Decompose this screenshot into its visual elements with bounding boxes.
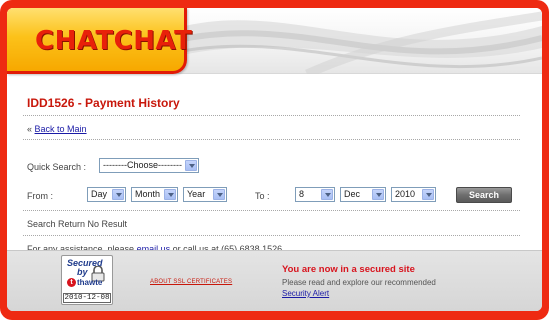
header-banner: CHATCHAT [7,8,542,74]
from-month-value: Month [135,189,161,199]
page-inner: CHATCHAT IDD1526 - Payment History « Bac… [7,8,542,311]
back-prefix: « [27,124,33,134]
from-day-value: Day [91,189,108,199]
breadcrumb: « Back to Main [27,124,87,134]
about-ssl-link[interactable]: ABOUT SSL CERTIFICATES [150,279,232,285]
chevron-down-icon [372,189,384,200]
divider [23,139,520,140]
secure-site-title: You are now in a secured site [282,264,415,275]
page-title: IDD1526 - Payment History [27,96,180,110]
divider [23,115,520,116]
to-year-value: 2010 [395,189,416,199]
thawte-logo-icon: t [67,278,76,287]
to-day-value: 8 [299,189,305,199]
from-label: From : [27,191,53,201]
search-button[interactable]: Search [456,187,512,203]
to-day-select[interactable]: 8 [295,187,335,202]
chevron-down-icon [422,189,434,200]
to-month-value: Dec [344,189,361,199]
thawte-seal[interactable]: Secured by t thawte 2010-12-08 [61,255,113,305]
quick-search-select[interactable]: --------Choose-------- [99,158,199,173]
logo-tab: CHATCHAT [7,8,192,74]
brand-logo: CHATCHAT [35,26,193,56]
quick-search-value: --------Choose-------- [103,160,182,170]
chevron-down-icon [185,160,197,171]
seal-line2: by [77,267,88,277]
from-month-select[interactable]: Month [131,187,178,202]
to-year-select[interactable]: 2010 [391,187,436,202]
divider [23,210,520,211]
seal-brand: thawte [77,278,103,287]
seal-date: 2010-12-08 [63,293,111,303]
from-year-value: Year [187,189,206,199]
page-frame: CHATCHAT IDD1526 - Payment History « Bac… [0,0,549,320]
secure-site-text: Please read and explore our recommended [282,278,436,287]
search-result-message: Search Return No Result [27,219,128,229]
divider [23,235,520,236]
from-day-select[interactable]: Day [87,187,126,202]
to-label: To : [255,191,270,201]
back-to-main-link[interactable]: Back to Main [35,124,87,134]
from-year-select[interactable]: Year [183,187,227,202]
chevron-down-icon [213,189,225,200]
quick-search-label: Quick Search : [27,162,87,172]
footer: Secured by t thawte 2010-12-08 ABOUT SSL… [7,250,542,311]
chevron-down-icon [164,189,176,200]
security-alert-link[interactable]: Security Alert [282,289,329,298]
chevron-down-icon [112,189,124,200]
chevron-down-icon [321,189,333,200]
to-month-select[interactable]: Dec [340,187,386,202]
